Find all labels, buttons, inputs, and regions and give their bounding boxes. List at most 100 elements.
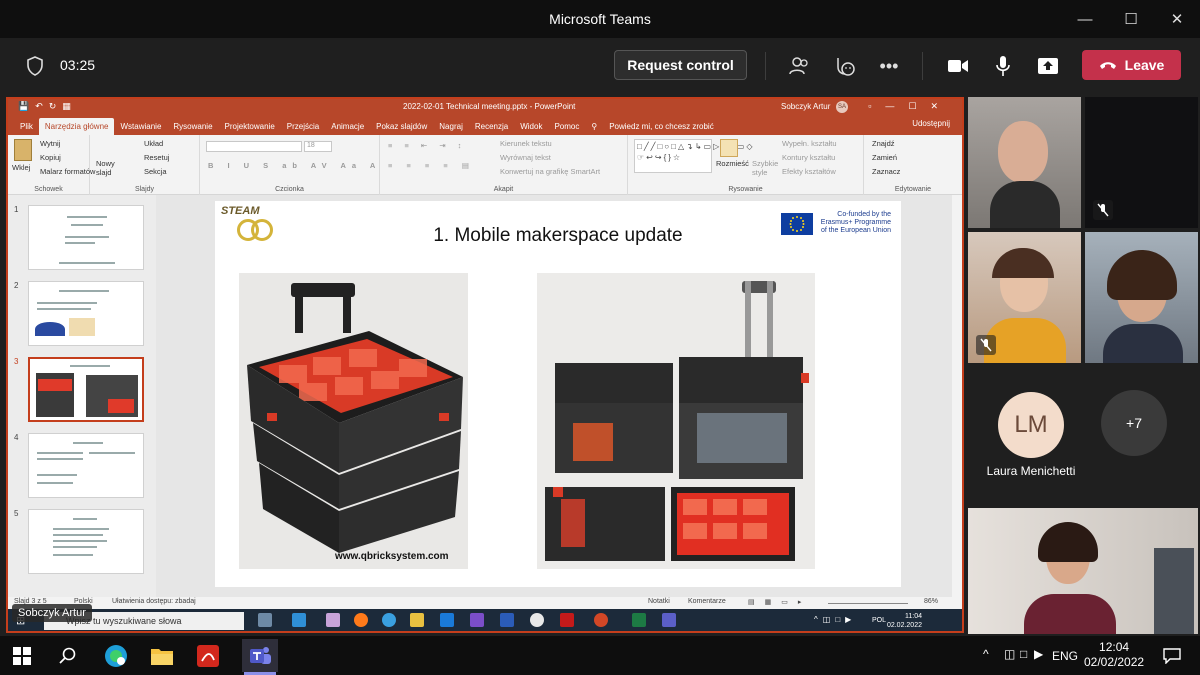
tab-home[interactable]: Narzędzia główne <box>38 118 115 135</box>
camera-icon[interactable] <box>943 52 973 80</box>
arrange-button[interactable]: Rozmieść <box>716 159 749 168</box>
list-buttons[interactable]: ≡ ≡ ⇤ ⇥ ↕ <box>388 141 466 150</box>
align-buttons[interactable]: ≡ ≡ ≡ ≡ ▤ <box>388 161 475 170</box>
participant-tile-2[interactable] <box>1085 97 1198 228</box>
zoom-level[interactable]: 86% <box>924 598 938 605</box>
participant-tile-5[interactable] <box>968 508 1198 634</box>
minimize-icon[interactable]: — <box>1062 0 1108 38</box>
network-icon[interactable]: □ <box>1020 647 1027 661</box>
tab-transitions[interactable]: Przejścia <box>281 118 325 135</box>
explorer-icon[interactable] <box>410 613 424 627</box>
close-icon[interactable]: ✕ <box>1154 0 1200 38</box>
slide-thumbnail-3[interactable] <box>28 357 144 422</box>
maximize-icon[interactable]: ☐ <box>1108 0 1154 38</box>
search-icon[interactable] <box>54 642 82 670</box>
tab-help[interactable]: Pomoc <box>548 118 585 135</box>
acrobat-reader-icon[interactable] <box>194 642 222 670</box>
zoom-slider[interactable] <box>828 603 908 604</box>
notes-button[interactable]: Notatki <box>648 598 670 605</box>
acrobat-icon[interactable] <box>560 613 574 627</box>
remote-lang[interactable]: POL <box>872 617 886 624</box>
share-button[interactable]: Udostępnij <box>912 119 950 128</box>
quick-styles-button[interactable]: Szybkie style <box>752 159 778 177</box>
word-icon[interactable] <box>500 613 514 627</box>
tab-slideshow[interactable]: Pokaz slajdów <box>370 118 433 135</box>
reactions-icon[interactable] <box>830 52 860 80</box>
format-painter-button[interactable]: Malarz formatów <box>40 167 95 176</box>
calculator-icon[interactable] <box>292 613 306 627</box>
align-text-button[interactable]: Wyrównaj tekst <box>500 153 551 162</box>
cut-button[interactable]: Wytnij <box>40 139 60 148</box>
find-button[interactable]: Znajdź <box>872 139 895 148</box>
tell-me-search[interactable]: Powiedz mi, co chcesz zrobić <box>603 118 719 135</box>
tab-draw[interactable]: Rysowanie <box>167 118 218 135</box>
teams-taskbar-button[interactable] <box>242 639 278 672</box>
firefox-icon[interactable] <box>354 613 368 627</box>
excel-icon[interactable] <box>632 613 646 627</box>
view-buttons[interactable]: ▤▦▭▸ <box>748 598 811 606</box>
system-clock[interactable]: 12:04 02/02/2022 <box>1084 640 1144 670</box>
edge-icon[interactable] <box>102 642 130 670</box>
accessibility-check[interactable]: Ułatwienia dostępu: zbadaj <box>112 598 196 605</box>
tab-plik[interactable]: Plik <box>14 118 39 135</box>
shape-effects-button[interactable]: Efekty kształtów <box>782 167 836 176</box>
replace-button[interactable]: Zamień <box>872 153 897 162</box>
mail-icon[interactable] <box>440 613 454 627</box>
tab-review[interactable]: Recenzja <box>469 118 514 135</box>
tray-overflow-icon[interactable]: ^ <box>983 647 989 661</box>
participant-tile-3[interactable] <box>968 232 1081 363</box>
people-icon[interactable] <box>784 52 814 80</box>
tab-design[interactable]: Projektowanie <box>219 118 281 135</box>
shape-outline-button[interactable]: Kontury kształtu <box>782 153 835 162</box>
tab-animations[interactable]: Animacje <box>325 118 370 135</box>
paste-button[interactable]: Wklej <box>12 163 30 172</box>
request-control-button[interactable]: Request control <box>614 50 747 80</box>
font-format-buttons[interactable]: B I U S ab AV Aa A <box>208 161 381 170</box>
more-options-icon[interactable]: ••• <box>874 52 904 80</box>
smartart-button[interactable]: Konwertuj na grafikę SmartArt <box>500 167 600 176</box>
volume-icon[interactable]: ▶ <box>1034 647 1043 661</box>
windows-start-icon[interactable] <box>8 642 36 670</box>
layout-button[interactable]: Układ <box>144 139 163 148</box>
remote-tray-icons[interactable]: ^◫□▶ <box>814 615 856 624</box>
teams-taskbar-icon[interactable] <box>662 613 676 627</box>
task-view-icon[interactable] <box>258 613 272 627</box>
current-slide[interactable]: STEAM Co-funded by the Erasmus+ Programm… <box>215 201 901 587</box>
microphone-icon[interactable] <box>988 52 1018 80</box>
share-screen-icon[interactable] <box>1033 52 1063 80</box>
select-button[interactable]: Zaznacz <box>872 167 900 176</box>
chrome-icon[interactable] <box>382 613 396 627</box>
slide-thumbnail-4[interactable] <box>28 433 144 498</box>
language-indicator[interactable]: ENG <box>1052 649 1078 663</box>
tray-device-icon[interactable]: ◫ <box>1004 647 1015 661</box>
tab-insert[interactable]: Wstawianie <box>114 118 167 135</box>
tab-record[interactable]: Nagraj <box>433 118 469 135</box>
text-direction-button[interactable]: Kierunek tekstu <box>500 139 552 148</box>
powerpoint-taskbar-icon[interactable] <box>594 613 608 627</box>
file-explorer-icon[interactable] <box>148 642 176 670</box>
participant-tile-1[interactable] <box>968 97 1081 228</box>
quick-access-toolbar[interactable]: 💾↶↻▦ <box>18 101 77 112</box>
slide-thumbnail-1[interactable] <box>28 205 144 270</box>
paste-icon[interactable] <box>14 139 32 161</box>
more-participants-button[interactable]: +7 <box>1101 390 1167 456</box>
slide-thumbnail-2[interactable] <box>28 281 144 346</box>
leave-button[interactable]: Leave <box>1082 50 1181 80</box>
notifications-icon[interactable] <box>1158 642 1186 670</box>
slide-editor-canvas[interactable]: STEAM Co-funded by the Erasmus+ Programm… <box>156 195 952 607</box>
copy-button[interactable]: Kopiuj <box>40 153 61 162</box>
reset-button[interactable]: Resetuj <box>144 153 169 162</box>
section-button[interactable]: Sekcja <box>144 167 167 176</box>
comments-button[interactable]: Komentarze <box>688 598 726 605</box>
shape-fill-button[interactable]: Wypełn. kształtu <box>782 139 837 148</box>
new-slide-button[interactable]: Nowy slajd <box>96 159 120 177</box>
paint-icon[interactable] <box>326 613 340 627</box>
slide-thumbnail-5[interactable] <box>28 509 144 574</box>
tab-view[interactable]: Widok <box>514 118 548 135</box>
shapes-gallery[interactable]: □╱╱□○□△↴↳▭▷□↺▭◇☞↩↪{}☆ <box>634 139 752 173</box>
participant-tile-4[interactable] <box>1085 232 1198 363</box>
app-icon[interactable] <box>530 613 544 627</box>
participant-avatar[interactable]: LM <box>998 392 1064 458</box>
font-size-box[interactable]: 18 <box>304 141 332 152</box>
font-name-box[interactable] <box>206 141 302 152</box>
